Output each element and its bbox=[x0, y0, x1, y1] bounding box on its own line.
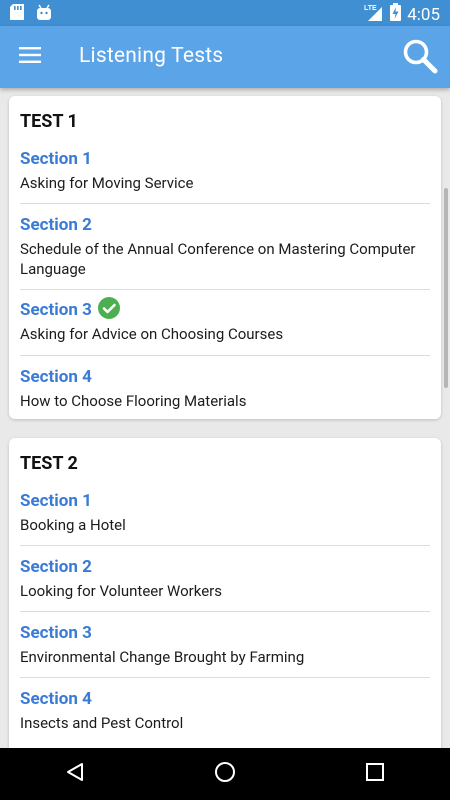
section-item[interactable]: Section 4 Insects and Pest Control bbox=[20, 688, 430, 733]
search-button[interactable] bbox=[400, 38, 440, 78]
section-item[interactable]: Section 3 Asking for Advice on Choosing … bbox=[20, 296, 430, 344]
section-item[interactable]: Section 2 Schedule of the Annual Confere… bbox=[20, 214, 430, 279]
hamburger-menu-icon bbox=[19, 47, 41, 67]
status-bar: LTE 4:05 bbox=[0, 0, 450, 26]
section-description: Asking for Moving Service bbox=[20, 174, 194, 192]
divider bbox=[20, 611, 430, 612]
section-item[interactable]: Section 3 Environmental Change Brought b… bbox=[20, 622, 430, 667]
divider bbox=[20, 289, 430, 290]
app-bar: Listening Tests bbox=[0, 26, 450, 88]
recents-square-icon bbox=[366, 763, 384, 785]
section-label[interactable]: Section 1 bbox=[20, 148, 430, 170]
test-card: TEST 2 Section 1 Booking a Hotel Section… bbox=[9, 438, 441, 748]
section-item[interactable]: Section 4 How to Choose Flooring Materia… bbox=[20, 366, 430, 411]
search-icon bbox=[402, 38, 438, 78]
test-card: TEST 1 Section 1 Asking for Moving Servi… bbox=[9, 96, 441, 419]
section-description: How to Choose Flooring Materials bbox=[20, 392, 247, 410]
section-label[interactable]: Section 4 bbox=[20, 366, 430, 388]
section-description: Insects and Pest Control bbox=[20, 714, 184, 732]
section-description: Asking for Advice on Choosing Courses bbox=[20, 325, 284, 343]
android-icon bbox=[36, 4, 52, 24]
status-time: 4:05 bbox=[407, 4, 440, 25]
back-triangle-icon bbox=[65, 762, 85, 786]
recents-button[interactable] bbox=[345, 754, 405, 794]
section-description: Looking for Volunteer Workers bbox=[20, 582, 222, 600]
page-title: Listening Tests bbox=[79, 44, 224, 68]
scrollbar[interactable] bbox=[444, 188, 448, 388]
section-label[interactable]: Section 2 bbox=[20, 556, 430, 578]
section-description: Environmental Change Brought by Farming bbox=[20, 648, 305, 666]
tests-list[interactable]: TEST 1 Section 1 Asking for Moving Servi… bbox=[0, 88, 450, 748]
test-title: TEST 1 bbox=[20, 111, 78, 132]
divider bbox=[20, 545, 430, 546]
divider bbox=[20, 677, 430, 678]
section-item[interactable]: Section 1 Asking for Moving Service bbox=[20, 148, 430, 193]
check-circle-icon bbox=[97, 296, 120, 324]
svg-text:LTE: LTE bbox=[364, 5, 377, 12]
section-label[interactable]: Section 3 bbox=[20, 622, 430, 644]
home-button[interactable] bbox=[195, 754, 255, 794]
divider bbox=[20, 203, 430, 204]
section-item[interactable]: Section 1 Booking a Hotel bbox=[20, 490, 430, 535]
section-label[interactable]: Section 2 bbox=[20, 214, 430, 236]
sd-card-icon bbox=[10, 4, 24, 24]
system-nav-bar bbox=[0, 748, 450, 800]
home-circle-icon bbox=[214, 761, 236, 787]
lte-signal-icon: LTE bbox=[364, 3, 384, 26]
test-title: TEST 2 bbox=[20, 453, 78, 474]
section-label[interactable]: Section 4 bbox=[20, 688, 430, 710]
section-description: Schedule of the Annual Conference on Mas… bbox=[20, 240, 416, 278]
section-description: Booking a Hotel bbox=[20, 516, 126, 534]
section-label[interactable]: Section 3 bbox=[20, 296, 430, 324]
divider bbox=[20, 355, 430, 356]
section-item[interactable]: Section 2 Looking for Volunteer Workers bbox=[20, 556, 430, 601]
menu-button[interactable] bbox=[14, 42, 46, 72]
battery-charging-icon bbox=[390, 3, 402, 26]
back-button[interactable] bbox=[45, 754, 105, 794]
section-label[interactable]: Section 1 bbox=[20, 490, 430, 512]
